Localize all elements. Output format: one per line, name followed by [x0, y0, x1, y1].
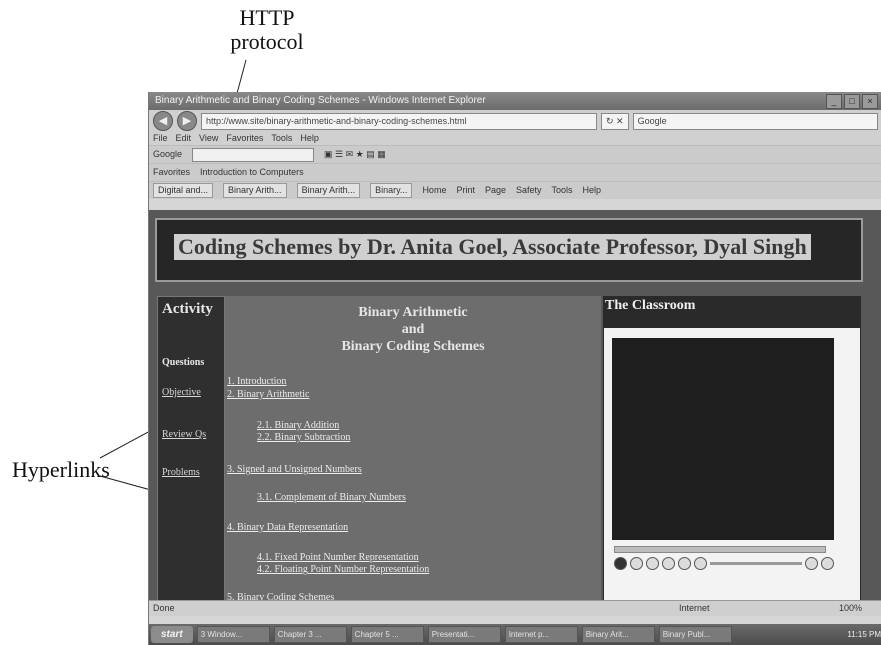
- fast-forward-icon[interactable]: [662, 556, 675, 570]
- toc-fixed-point[interactable]: 4.1. Fixed Point Number Representation: [257, 552, 419, 564]
- http-protocol-annotation: HTTP protocol: [222, 6, 312, 54]
- taskbar-item[interactable]: Presentati...: [427, 626, 501, 643]
- status-text: Done: [153, 603, 175, 613]
- volume-track[interactable]: [710, 561, 802, 565]
- google-search-label: Google: [637, 115, 667, 126]
- google-toolbar: Google ▣ ☰ ✉ ★ ▤ ▦: [149, 145, 881, 163]
- menu-view[interactable]: View: [199, 132, 218, 145]
- menu-file[interactable]: File: [153, 132, 168, 145]
- forward-button[interactable]: ▶: [177, 111, 197, 131]
- next-icon[interactable]: [694, 556, 707, 570]
- toc-binary-addition[interactable]: 2.1. Binary Addition: [257, 420, 339, 432]
- windows-taskbar: start 3 Window... Chapter 3 ... Chapter …: [149, 624, 881, 645]
- tab-3[interactable]: Binary Arith...: [296, 183, 361, 198]
- main-column: Binary Arithmetic and Binary Coding Sche…: [225, 296, 601, 603]
- video-screen[interactable]: [612, 338, 834, 540]
- google-toolbar-label: Google: [153, 149, 183, 159]
- http-label-line2: protocol: [230, 29, 304, 54]
- toc-signed-unsigned[interactable]: 3. Signed and Unsigned Numbers: [227, 464, 362, 476]
- menu-help[interactable]: Help: [300, 132, 319, 145]
- questions-label: Questions: [162, 357, 205, 368]
- tab-4-active[interactable]: Binary...: [370, 183, 413, 198]
- taskbar-item[interactable]: Chapter 3 ...: [273, 626, 347, 643]
- toc-binary-arithmetic[interactable]: 2. Binary Arithmetic: [227, 389, 310, 401]
- url-field[interactable]: http://www.site/binary-arithmetic-and-bi…: [201, 112, 597, 130]
- video-player: [604, 328, 860, 600]
- rewind-icon[interactable]: [646, 556, 659, 570]
- seek-bar[interactable]: [614, 546, 826, 553]
- problems-link[interactable]: Problems: [162, 467, 200, 478]
- activity-column: Activity Questions Objective Review Qs P…: [157, 296, 225, 602]
- web-page-content: Coding Schemes by Dr. Anita Goel, Associ…: [149, 210, 881, 603]
- toc-introduction[interactable]: 1. Introduction: [227, 376, 286, 388]
- site-header: Coding Schemes by Dr. Anita Goel, Associ…: [155, 218, 863, 282]
- menu-edit[interactable]: Edit: [176, 132, 192, 145]
- print-button[interactable]: Print: [456, 182, 475, 199]
- taskbar-item[interactable]: Chapter 5 ...: [350, 626, 424, 643]
- window-titlebar[interactable]: Binary Arithmetic and Binary Coding Sche…: [149, 92, 881, 110]
- taskbar-item[interactable]: Internet p...: [504, 626, 578, 643]
- toc-binary-data-representation[interactable]: 4. Binary Data Representation: [227, 522, 348, 534]
- address-bar: ◀ ▶ http://www.site/binary-arithmetic-an…: [149, 110, 881, 132]
- tab-2[interactable]: Binary Arith...: [223, 183, 287, 198]
- main-heading-line1: Binary Arithmetic: [358, 305, 468, 320]
- player-controls: [614, 556, 834, 570]
- activity-heading: Activity: [162, 301, 213, 317]
- classroom-heading: The Classroom: [605, 298, 696, 313]
- google-search-input[interactable]: [192, 148, 315, 162]
- back-button[interactable]: ◀: [153, 111, 173, 131]
- toolbar-icons: ▣ ☰ ✉ ★ ▤ ▦: [324, 149, 386, 159]
- stop-icon[interactable]: [630, 556, 643, 570]
- hyperlinks-annotation: Hyperlinks: [12, 457, 110, 482]
- maximize-button[interactable]: □: [844, 94, 860, 109]
- refresh-button[interactable]: ↻ ✕: [601, 112, 629, 130]
- home-button[interactable]: Home: [422, 182, 446, 199]
- review-qs-link[interactable]: Review Qs: [162, 429, 206, 440]
- menu-tools[interactable]: Tools: [271, 132, 292, 145]
- play-icon[interactable]: [614, 556, 627, 570]
- previous-icon[interactable]: [678, 556, 691, 570]
- help-menu[interactable]: Help: [583, 182, 602, 199]
- classroom-column: The Classroom: [603, 296, 861, 600]
- objective-link[interactable]: Objective: [162, 387, 201, 398]
- menu-bar: File Edit View Favorites Tools Help: [149, 132, 881, 145]
- browser-window: Binary Arithmetic and Binary Coding Sche…: [148, 92, 881, 645]
- site-title: Coding Schemes by Dr. Anita Goel, Associ…: [174, 234, 811, 260]
- toc-complement[interactable]: 3.1. Complement of Binary Numbers: [257, 492, 406, 504]
- internet-zone: Internet: [679, 603, 710, 613]
- taskbar-item[interactable]: Binary Arit...: [581, 626, 655, 643]
- favorite-link[interactable]: Introduction to Computers: [200, 164, 304, 181]
- toc-floating-point[interactable]: 4.2. Floating Point Number Representatio…: [257, 564, 429, 576]
- main-heading: Binary Arithmetic and Binary Coding Sche…: [225, 304, 601, 355]
- fullscreen-icon[interactable]: [821, 556, 834, 570]
- safety-menu[interactable]: Safety: [516, 182, 542, 199]
- volume-icon[interactable]: [805, 556, 818, 570]
- tab-bar: Digital and... Binary Arith... Binary Ar…: [149, 181, 881, 199]
- start-button[interactable]: start: [151, 626, 193, 643]
- favorites-button[interactable]: Favorites: [153, 164, 190, 181]
- tools-menu[interactable]: Tools: [552, 182, 573, 199]
- page-menu[interactable]: Page: [485, 182, 506, 199]
- window-title: Binary Arithmetic and Binary Coding Sche…: [155, 95, 486, 106]
- menu-favorites[interactable]: Favorites: [226, 132, 263, 145]
- system-clock: 11:15 PM: [847, 630, 881, 639]
- close-button[interactable]: ×: [862, 94, 878, 109]
- taskbar-item[interactable]: 3 Window...: [196, 626, 270, 643]
- status-bar: Done Internet 100%: [149, 600, 881, 616]
- main-heading-line2: and: [401, 322, 425, 337]
- http-label-line1: HTTP: [239, 5, 295, 30]
- tab-1[interactable]: Digital and...: [153, 183, 214, 198]
- zoom-level[interactable]: 100%: [839, 601, 862, 616]
- favorites-bar: Favorites Introduction to Computers: [149, 163, 881, 181]
- taskbar-item[interactable]: Binary Publ...: [658, 626, 732, 643]
- minimize-button[interactable]: _: [826, 94, 842, 109]
- search-box[interactable]: Google: [632, 112, 878, 130]
- main-heading-line3: Binary Coding Schemes: [341, 339, 485, 354]
- toc-binary-subtraction[interactable]: 2.2. Binary Subtraction: [257, 432, 350, 444]
